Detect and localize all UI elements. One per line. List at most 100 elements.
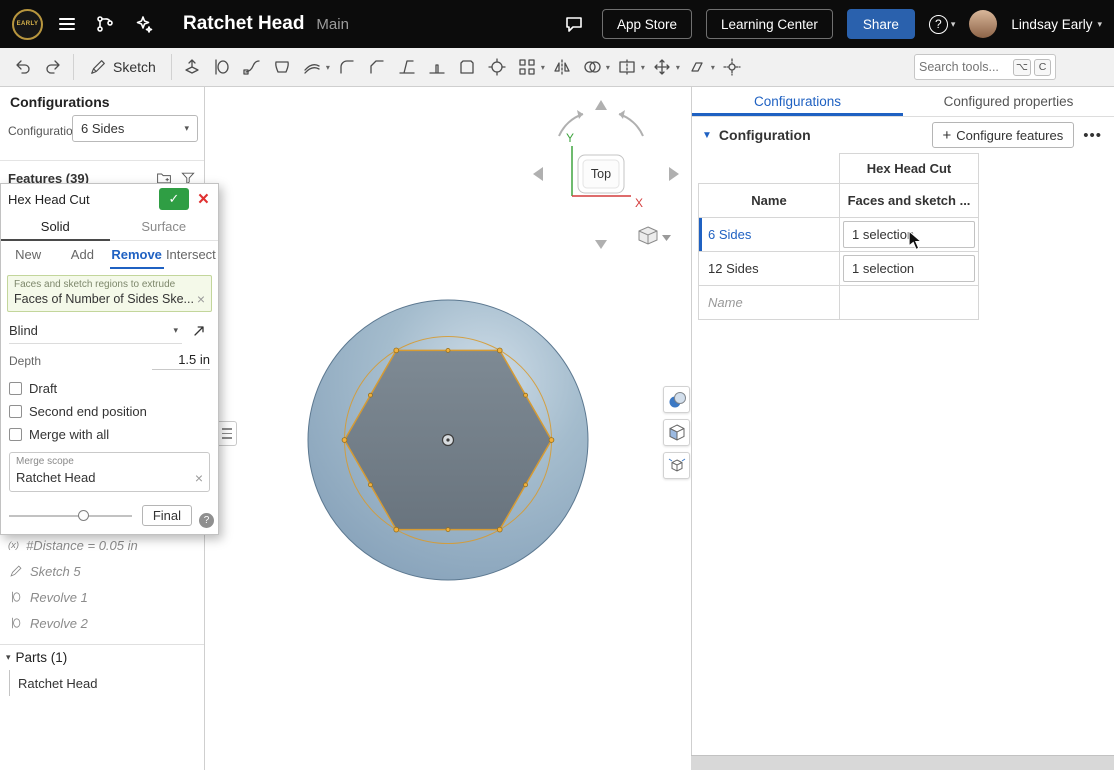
transform-icon[interactable] (648, 53, 677, 82)
avatar[interactable] (969, 10, 997, 38)
rotate-right-arrow[interactable] (669, 167, 679, 181)
loft-icon[interactable] (268, 53, 297, 82)
merge-scope-field[interactable]: Merge scope Ratchet Head × (9, 452, 210, 492)
split-icon[interactable] (613, 53, 642, 82)
section-view-icon[interactable] (663, 419, 690, 446)
rib-icon[interactable] (423, 53, 452, 82)
new-config-name-cell[interactable]: Name (699, 286, 840, 320)
feature-item-revolve-1[interactable]: Revolve 1 (0, 584, 204, 610)
tab-surface[interactable]: Surface (110, 214, 219, 240)
tab-configured-properties[interactable]: Configured properties (903, 87, 1114, 116)
config-name-cell[interactable]: 6 Sides (699, 218, 840, 252)
faces-selection-field[interactable]: Faces and sketch regions to extrude Face… (7, 275, 212, 312)
fillet-icon[interactable] (333, 53, 362, 82)
draft-checkbox[interactable]: Draft (9, 381, 210, 396)
undo-icon[interactable] (8, 53, 37, 82)
logo-text: EARLY (17, 21, 39, 27)
merge-with-all-checkbox[interactable]: Merge with all (9, 427, 210, 442)
user-menu[interactable]: Lindsay Early ▾ (1011, 17, 1102, 32)
feature-item-variable[interactable]: (x) #Distance = 0.05 in (0, 532, 204, 558)
overflow-menu-icon[interactable]: ••• (1081, 127, 1104, 144)
sketch-origin-point[interactable] (443, 435, 454, 446)
second-end-position-checkbox[interactable]: Second end position (9, 404, 210, 419)
end-condition-select[interactable]: Blind ▾ (9, 318, 182, 344)
confirm-check-icon[interactable]: ✓ (159, 188, 189, 210)
dialog-help-icon[interactable]: ? (199, 513, 214, 528)
tab-new[interactable]: New (1, 242, 55, 269)
sweep-icon[interactable] (238, 53, 267, 82)
versions-icon[interactable] (91, 10, 119, 38)
tab-remove[interactable]: Remove (110, 242, 164, 269)
selection-chip[interactable]: Faces of Number of Sides Ske... (14, 292, 193, 306)
hexagon-sketch[interactable] (342, 337, 554, 544)
chevron-down-icon[interactable]: ▼ (702, 130, 712, 141)
selection-input[interactable]: 1 selection (843, 221, 975, 248)
tab-solid[interactable]: Solid (1, 214, 110, 241)
chevron-down-icon[interactable]: ▾ (641, 63, 645, 72)
exploded-view-icon[interactable] (663, 452, 690, 479)
redo-icon[interactable] (38, 53, 67, 82)
merge-scope-chip[interactable]: Ratchet Head (16, 470, 191, 485)
revolve-icon[interactable] (208, 53, 237, 82)
rollback-slider[interactable] (9, 515, 132, 517)
feature-item-revolve-2[interactable]: Revolve 2 (0, 610, 204, 636)
feature-list-flyout-toggle[interactable] (218, 421, 237, 446)
view-cube-top-button[interactable]: Top (578, 155, 624, 193)
close-icon[interactable]: × (196, 190, 211, 209)
plane-icon[interactable] (683, 53, 712, 82)
chevron-down-icon[interactable]: ▾ (541, 63, 545, 72)
workspace-name[interactable]: Main (316, 16, 349, 33)
rotate-up-arrow[interactable] (595, 100, 607, 110)
selection-input[interactable]: 1 selection (843, 255, 975, 282)
pencil-icon (89, 58, 107, 76)
chevron-down-icon[interactable]: ▾ (676, 63, 680, 72)
remove-selection-icon[interactable]: × (195, 471, 203, 485)
slider-knob[interactable] (78, 510, 89, 521)
hamburger-menu-icon[interactable] (53, 10, 81, 38)
chevron-down-icon[interactable]: ▾ (711, 63, 715, 72)
config-name-cell[interactable]: 12 Sides (699, 252, 840, 286)
depth-input[interactable]: 1.5 in (152, 352, 210, 370)
chevron-down-icon[interactable] (662, 235, 671, 241)
chamfer-icon[interactable] (363, 53, 392, 82)
part-item-ratchet-head[interactable]: Ratchet Head (0, 670, 204, 696)
learning-center-button[interactable]: Learning Center (706, 9, 833, 39)
mate-connector-icon[interactable] (718, 53, 747, 82)
sparkle-icon[interactable] (129, 10, 157, 38)
parts-section-header[interactable]: ▾ Parts (1) (0, 644, 204, 670)
shell-icon[interactable] (453, 53, 482, 82)
mirror-icon[interactable] (548, 53, 577, 82)
chevron-down-icon[interactable]: ▾ (326, 63, 330, 72)
tab-add[interactable]: Add (55, 242, 109, 269)
chevron-down-icon[interactable]: ▾ (606, 63, 610, 72)
feature-item-sketch-5[interactable]: Sketch 5 (0, 558, 204, 584)
configuration-select[interactable]: 6 Sides ▾ (72, 115, 198, 142)
tab-intersect[interactable]: Intersect (164, 242, 218, 269)
rotate-left-arrow[interactable] (533, 167, 543, 181)
configure-features-button[interactable]: + Configure features (932, 122, 1075, 148)
help-menu[interactable]: ? ▾ (929, 15, 956, 34)
linear-pattern-icon[interactable] (513, 53, 542, 82)
graphics-viewport[interactable]: Top Y X (205, 87, 691, 770)
extrude-icon[interactable] (178, 53, 207, 82)
thicken-icon[interactable] (298, 53, 327, 82)
config-row-6-sides: 6 Sides 1 selection (699, 218, 979, 252)
remove-selection-icon[interactable]: × (197, 292, 205, 306)
final-button[interactable]: Final (142, 505, 192, 526)
document-tab-bar[interactable] (691, 755, 1114, 770)
boolean-icon[interactable] (578, 53, 607, 82)
flip-direction-icon[interactable] (188, 320, 210, 342)
onshape-logo[interactable]: EARLY (12, 9, 43, 40)
display-states-icon[interactable] (663, 386, 690, 413)
app-store-button[interactable]: App Store (602, 9, 692, 39)
hole-icon[interactable] (483, 53, 512, 82)
rotate-down-arrow[interactable] (595, 240, 607, 249)
draft-icon[interactable] (393, 53, 422, 82)
comment-icon[interactable] (560, 10, 588, 38)
config-value-cell: 1 selection (840, 218, 979, 252)
search-tools-input[interactable] (919, 60, 1010, 74)
view-options-cube-icon[interactable] (639, 227, 671, 244)
share-button[interactable]: Share (847, 9, 915, 39)
tab-configurations[interactable]: Configurations (692, 87, 903, 116)
sketch-button[interactable]: Sketch (80, 52, 165, 82)
